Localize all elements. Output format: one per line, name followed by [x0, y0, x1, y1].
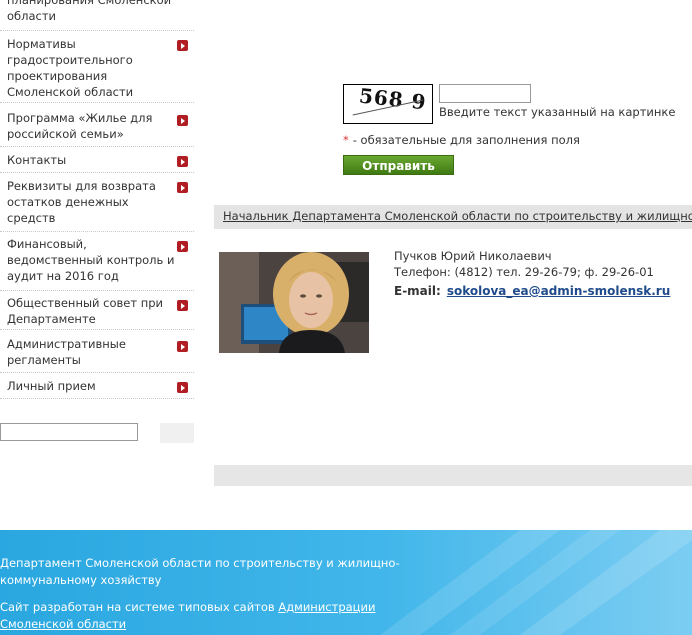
footer-credits-text: Сайт разработан на системе типовых сайто…: [0, 600, 279, 614]
sidebar-item-label: Нормативы градостроительного проектирова…: [7, 37, 134, 99]
submit-button[interactable]: Отправить: [343, 155, 454, 175]
captcha-text: 568 9: [357, 84, 428, 115]
sidebar-item-label: Административные регламенты: [7, 337, 126, 367]
sidebar-search-input[interactable]: [0, 423, 138, 441]
sidebar-item-label: Общественный совет при Департаменте: [7, 296, 164, 326]
footer: Департамент Смоленской области по строит…: [0, 530, 692, 635]
captcha-hint: Введите текст указанный на картинке: [439, 105, 676, 119]
captcha-image: 568 9: [343, 84, 433, 124]
sidebar-item-label: Программа «Жилье для российской семьи»: [7, 111, 153, 141]
sidebar-item-label: планирования Смоленской области: [7, 0, 172, 23]
sidebar-item-regulations[interactable]: Административные регламенты: [0, 330, 194, 373]
sidebar-item-label: Личный прием: [7, 379, 96, 393]
sidebar-item-public-council[interactable]: Общественный совет при Департаменте: [0, 291, 194, 330]
contact-header-bar: Начальник Департамента Смоленской област…: [214, 205, 692, 229]
sidebar-item-norms[interactable]: Нормативы градостроительного проектирова…: [0, 31, 194, 103]
content-bottom-bar: [214, 465, 692, 486]
footer-credits: Сайт разработан на системе типовых сайто…: [0, 599, 420, 633]
person-photo-image: [219, 252, 369, 353]
sidebar-item-planning[interactable]: планирования Смоленской области: [0, 0, 194, 31]
person-phone: Телефон: (4812) тел. 29-26-79; ф. 29-26-…: [394, 265, 654, 279]
sidebar-item-refund-details[interactable]: Реквизиты для возврата остатков денежных…: [0, 173, 194, 232]
email-label: E-mail:: [394, 284, 441, 298]
footer-department: Департамент Смоленской области по строит…: [0, 556, 400, 587]
contact-header-link[interactable]: Начальник Департамента Смоленской област…: [223, 209, 692, 223]
sidebar-item-housing-program[interactable]: Программа «Жилье для российской семьи»: [0, 103, 194, 147]
sidebar-item-reception[interactable]: Личный прием: [0, 373, 194, 399]
sidebar-item-financial-control[interactable]: Финансовый, ведомственный контроль и ауд…: [0, 232, 194, 291]
required-star: *: [343, 133, 349, 147]
required-note: * - обязательные для заполнения поля: [343, 133, 580, 147]
arrow-right-icon: [177, 40, 188, 51]
arrow-right-icon: [177, 241, 188, 252]
arrow-right-icon: [177, 382, 188, 393]
person-email-row: E-mail: sokolova_ea@admin-smolensk.ru: [394, 284, 670, 298]
sidebar-item-label: Реквизиты для возврата остатков денежных…: [7, 179, 156, 225]
sidebar-item-contacts[interactable]: Контакты: [0, 147, 194, 173]
person-photo: [219, 252, 369, 353]
email-link[interactable]: sokolova_ea@admin-smolensk.ru: [447, 284, 670, 298]
sidebar-item-label: Контакты: [7, 153, 67, 167]
captcha-input[interactable]: [439, 84, 531, 103]
arrow-right-icon: [177, 156, 188, 167]
sidebar-search-button[interactable]: [160, 423, 194, 443]
person-name: Пучков Юрий Николаевич: [394, 249, 552, 263]
required-note-text: - обязательные для заполнения поля: [352, 133, 580, 147]
sidebar-item-label: Финансовый, ведомственный контроль и ауд…: [7, 237, 175, 283]
arrow-right-icon: [177, 300, 188, 311]
arrow-right-icon: [177, 115, 188, 126]
arrow-right-icon: [177, 182, 188, 193]
arrow-right-icon: [177, 341, 188, 352]
